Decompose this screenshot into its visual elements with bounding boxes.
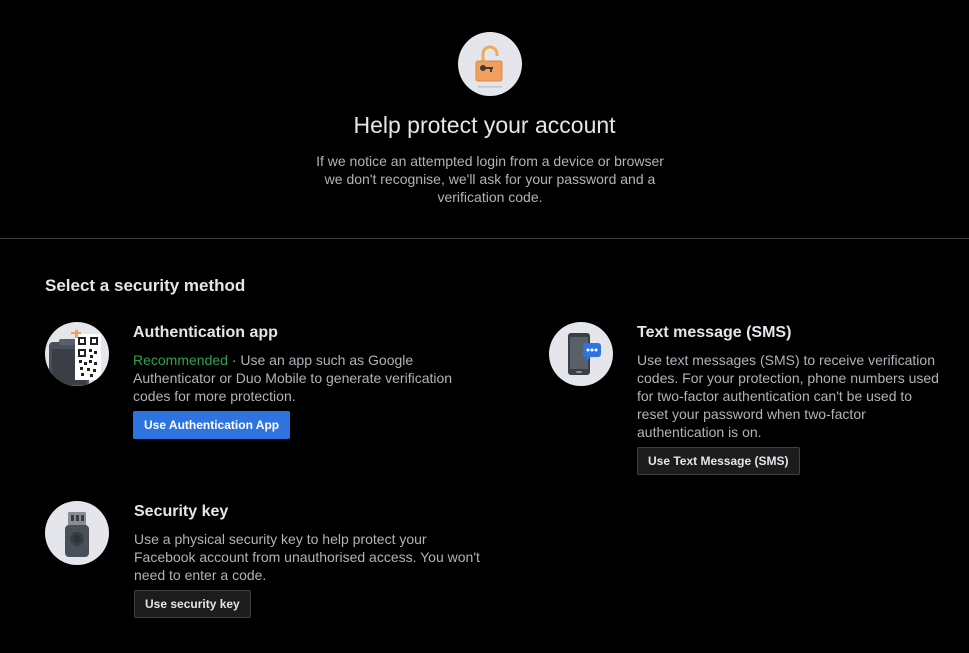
method-description: Recommended · Use an app such as Google … [133,351,483,405]
method-body: Authentication app Recommended · Use an … [133,322,483,439]
section-title: Select a security method [45,276,246,295]
method-body: Text message (SMS) Use text messages (SM… [637,322,942,475]
unlocked-padlock-icon [458,32,522,96]
recommended-label: Recommended [133,352,228,368]
method-title: Authentication app [133,324,278,341]
phone-message-icon [549,322,613,386]
divider [0,238,969,239]
usb-security-key-icon [45,501,109,565]
use-text-message-button[interactable]: Use Text Message (SMS) [637,447,800,475]
method-body: Security key Use a physical security key… [134,501,486,618]
page-title: Help protect your account [353,112,616,138]
method-title: Text message (SMS) [637,324,792,341]
two-factor-setup-page: Help protect your account If we notice a… [0,0,969,653]
method-title: Security key [134,503,229,520]
method-description: Use a physical security key to help prot… [134,531,480,583]
page-description: If we notice an attempted login from a d… [316,153,664,205]
use-security-key-button[interactable]: Use security key [134,590,251,618]
authentication-app-qr-icon [45,322,109,386]
method-description: Use text messages (SMS) to receive verif… [637,352,939,440]
use-authentication-app-button[interactable]: Use Authentication App [133,411,291,439]
